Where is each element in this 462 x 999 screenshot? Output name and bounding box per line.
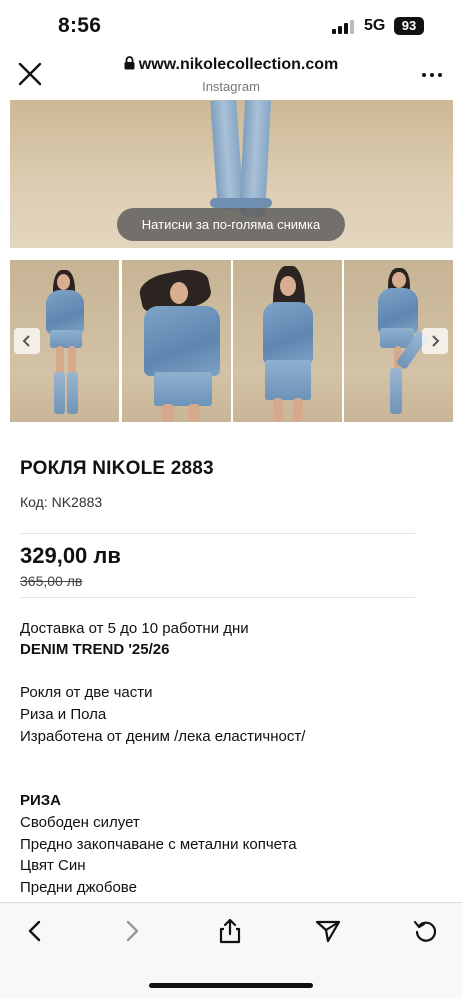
url-text: www.nikolecollection.com: [138, 56, 339, 73]
chevron-right-icon: [432, 335, 440, 347]
chevron-left-icon: [22, 335, 30, 347]
browser-header: www.nikolecollection.com Instagram: [0, 52, 462, 98]
send-icon: [315, 920, 341, 943]
desc-line: Предно закопчаване с метални копчета: [20, 836, 297, 853]
share-button[interactable]: [216, 917, 244, 945]
product-old-price: 365,00 лв: [20, 573, 83, 589]
send-button[interactable]: [314, 917, 342, 945]
reload-button[interactable]: [412, 917, 440, 945]
desc-line: Рокля от две части: [20, 684, 153, 701]
divider: [20, 597, 415, 598]
gallery-next-button[interactable]: [422, 328, 448, 354]
more-icon: [422, 73, 426, 77]
home-indicator: [149, 983, 313, 988]
desc-line: Цвят Син: [20, 857, 86, 874]
desc-line: Изработена от деним /лека еластичност/: [20, 728, 306, 745]
delivery-text: Доставка от 5 до 10 работни дни: [20, 620, 249, 637]
lock-icon: [124, 56, 135, 70]
thumbnail-strip: [10, 260, 453, 422]
share-icon: [219, 918, 241, 944]
divider: [20, 533, 415, 534]
signal-icon: [332, 20, 356, 34]
thumbnail-3[interactable]: [233, 260, 342, 422]
section-heading: РИЗА: [20, 792, 62, 809]
gallery-prev-button[interactable]: [14, 328, 40, 354]
source-label: Instagram: [202, 79, 260, 94]
collection-label: DENIM TREND '25/26: [20, 641, 170, 658]
forward-icon: [126, 920, 139, 942]
enlarge-hint[interactable]: Натисни за по-голяма снимка: [117, 208, 345, 241]
desc-line: Свободен силует: [20, 814, 140, 831]
desc-line: Предни джобове: [20, 879, 137, 896]
back-icon: [28, 920, 41, 942]
more-button[interactable]: [420, 70, 444, 80]
forward-button[interactable]: [118, 917, 146, 945]
status-time: 8:56: [58, 14, 102, 37]
battery-icon: 93: [394, 17, 424, 35]
product-price: 329,00 лв: [20, 543, 121, 568]
back-button[interactable]: [22, 917, 50, 945]
product-title: РОКЛЯ NIKOLE 2883: [20, 458, 214, 479]
network-label: 5G: [364, 17, 386, 34]
reload-icon: [413, 920, 437, 942]
url-bar[interactable]: www.nikolecollection.com: [0, 56, 462, 74]
product-sku: Код: NK2883: [20, 494, 103, 510]
status-bar: 8:56 5G 93: [0, 0, 462, 52]
desc-line: Риза и Пола: [20, 706, 107, 723]
thumbnail-2[interactable]: [122, 260, 231, 422]
